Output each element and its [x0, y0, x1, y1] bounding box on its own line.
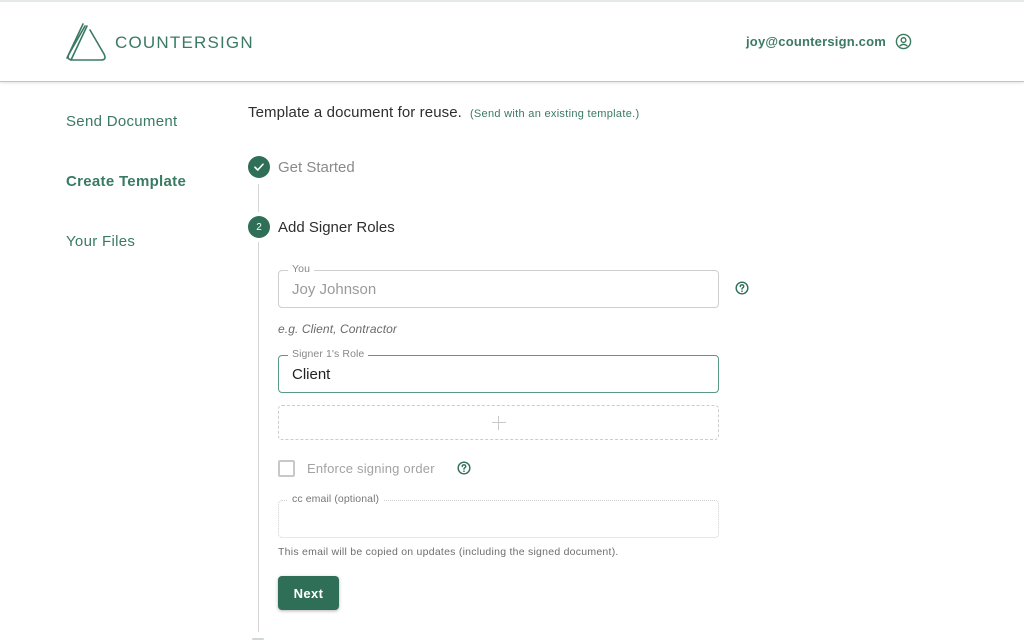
enforce-signing-order: Enforce signing order [278, 458, 719, 478]
page-intro: Template a document for reuse. (Send wit… [248, 104, 639, 121]
step-number-badge: 2 [248, 216, 270, 238]
sidebar-item-your-files[interactable]: Your Files [66, 232, 186, 292]
enforce-signing-order-label[interactable]: Enforce signing order [307, 461, 435, 476]
signer-roles-form: You Joy Johnson e.g. Client, Contractor … [278, 263, 749, 610]
signer-role-label: Signer 1's Role [288, 348, 369, 360]
sidebar-nav: Send Document Create Template Your Files [66, 112, 186, 292]
step-completed-badge [248, 156, 270, 178]
check-icon [254, 163, 264, 171]
help-circle-icon[interactable] [735, 281, 749, 295]
add-signer-role-button[interactable] [278, 405, 719, 440]
signer-role-input[interactable]: Signer 1's Role Client [278, 348, 719, 393]
main-content: Template a document for reuse. (Send wit… [248, 104, 749, 640]
step-connector [258, 184, 259, 212]
sidebar-item-create-template[interactable]: Create Template [66, 172, 186, 232]
brand-name: COUNTERSIGN [115, 33, 254, 52]
app-header: COUNTERSIGN joy@countersign.com [0, 0, 1024, 81]
role-hint: e.g. Client, Contractor [278, 322, 398, 336]
user-menu[interactable]: joy@countersign.com [746, 33, 912, 50]
signer-role-value: Client [292, 366, 331, 383]
user-email[interactable]: joy@countersign.com [746, 34, 886, 49]
next-button[interactable]: Next [278, 576, 339, 610]
brand-logo[interactable]: COUNTERSIGN [63, 22, 254, 64]
you-field-label: You [288, 263, 315, 275]
cc-email-hint: This email will be copied on updates (in… [278, 546, 619, 558]
plus-icon [491, 415, 506, 430]
account-circle-icon[interactable] [895, 33, 912, 50]
countersign-logo-icon [66, 23, 106, 61]
you-field-value: Joy Johnson [292, 281, 377, 298]
step-get-started[interactable]: Get Started [248, 156, 355, 178]
step-add-signer-roles: 2 Add Signer Roles [248, 216, 395, 238]
step-label: Add Signer Roles [278, 218, 395, 236]
help-circle-icon[interactable] [457, 461, 471, 475]
page-title: Template a document for reuse. [248, 104, 462, 121]
step-connector [258, 242, 259, 632]
cc-email-label: cc email (optional) [288, 493, 384, 505]
next-step-indicator [252, 638, 264, 640]
you-field[interactable]: You Joy Johnson [278, 263, 749, 308]
enforce-signing-order-checkbox[interactable] [278, 459, 295, 477]
existing-template-link[interactable]: (Send with an existing template.) [470, 108, 639, 120]
sidebar-item-send-document[interactable]: Send Document [66, 112, 186, 172]
cc-email-input[interactable]: cc email (optional) [278, 493, 719, 538]
step-label: Get Started [278, 158, 355, 176]
